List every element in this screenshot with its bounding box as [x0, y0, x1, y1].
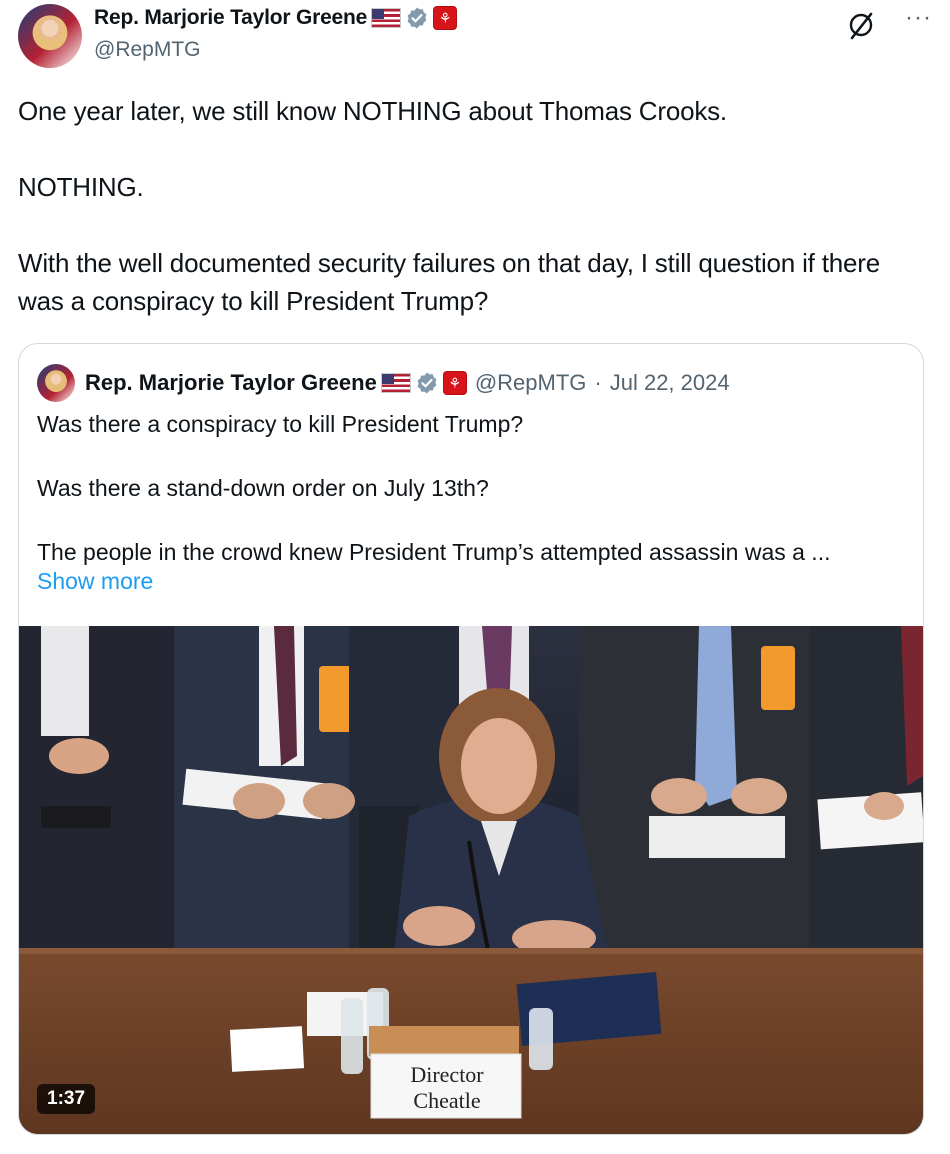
quoted-author-avatar[interactable]: [37, 364, 75, 402]
quoted-tweet-text: Was there a conspiracy to kill President…: [37, 411, 831, 565]
video-thumbnail: Director Cheatle: [19, 626, 923, 1134]
quoted-date[interactable]: Jul 22, 2024: [610, 370, 730, 396]
show-more-link[interactable]: Show more: [37, 568, 153, 595]
verified-badge-icon[interactable]: [415, 371, 439, 395]
quoted-author-name[interactable]: Rep. Marjorie Taylor Greene: [85, 370, 377, 396]
us-flag-icon: [380, 373, 411, 393]
us-flag-icon: [371, 8, 402, 28]
house-seal-icon[interactable]: ⚘: [433, 6, 458, 30]
more-options-icon[interactable]: ···: [905, 4, 932, 32]
author-handle[interactable]: @RepMTG: [94, 38, 201, 62]
placard-line-1: Director: [410, 1062, 484, 1087]
tweet-header: Rep. Marjorie Taylor Greene ⚘ @RepMTG ··…: [18, 4, 932, 68]
quoted-tweet-header: Rep. Marjorie Taylor Greene ⚘ @RepMTG · …: [37, 364, 730, 402]
author-name[interactable]: Rep. Marjorie Taylor Greene: [94, 6, 367, 30]
quoted-separator: ·: [594, 370, 602, 395]
grok-icon[interactable]: [846, 10, 876, 40]
video-duration-badge: 1:37: [37, 1084, 96, 1114]
video-player[interactable]: Director Cheatle 1:37: [19, 626, 923, 1134]
quoted-tweet-card[interactable]: Rep. Marjorie Taylor Greene ⚘ @RepMTG · …: [18, 343, 924, 1135]
verified-badge-icon[interactable]: [405, 6, 429, 30]
quoted-author-handle[interactable]: @RepMTG: [475, 370, 587, 396]
author-avatar[interactable]: [18, 4, 82, 68]
tweet-text: One year later, we still know NOTHING ab…: [18, 96, 880, 316]
house-seal-icon[interactable]: ⚘: [442, 371, 467, 395]
placard-line-2: Cheatle: [413, 1088, 480, 1113]
author-name-line: Rep. Marjorie Taylor Greene ⚘: [94, 6, 458, 30]
